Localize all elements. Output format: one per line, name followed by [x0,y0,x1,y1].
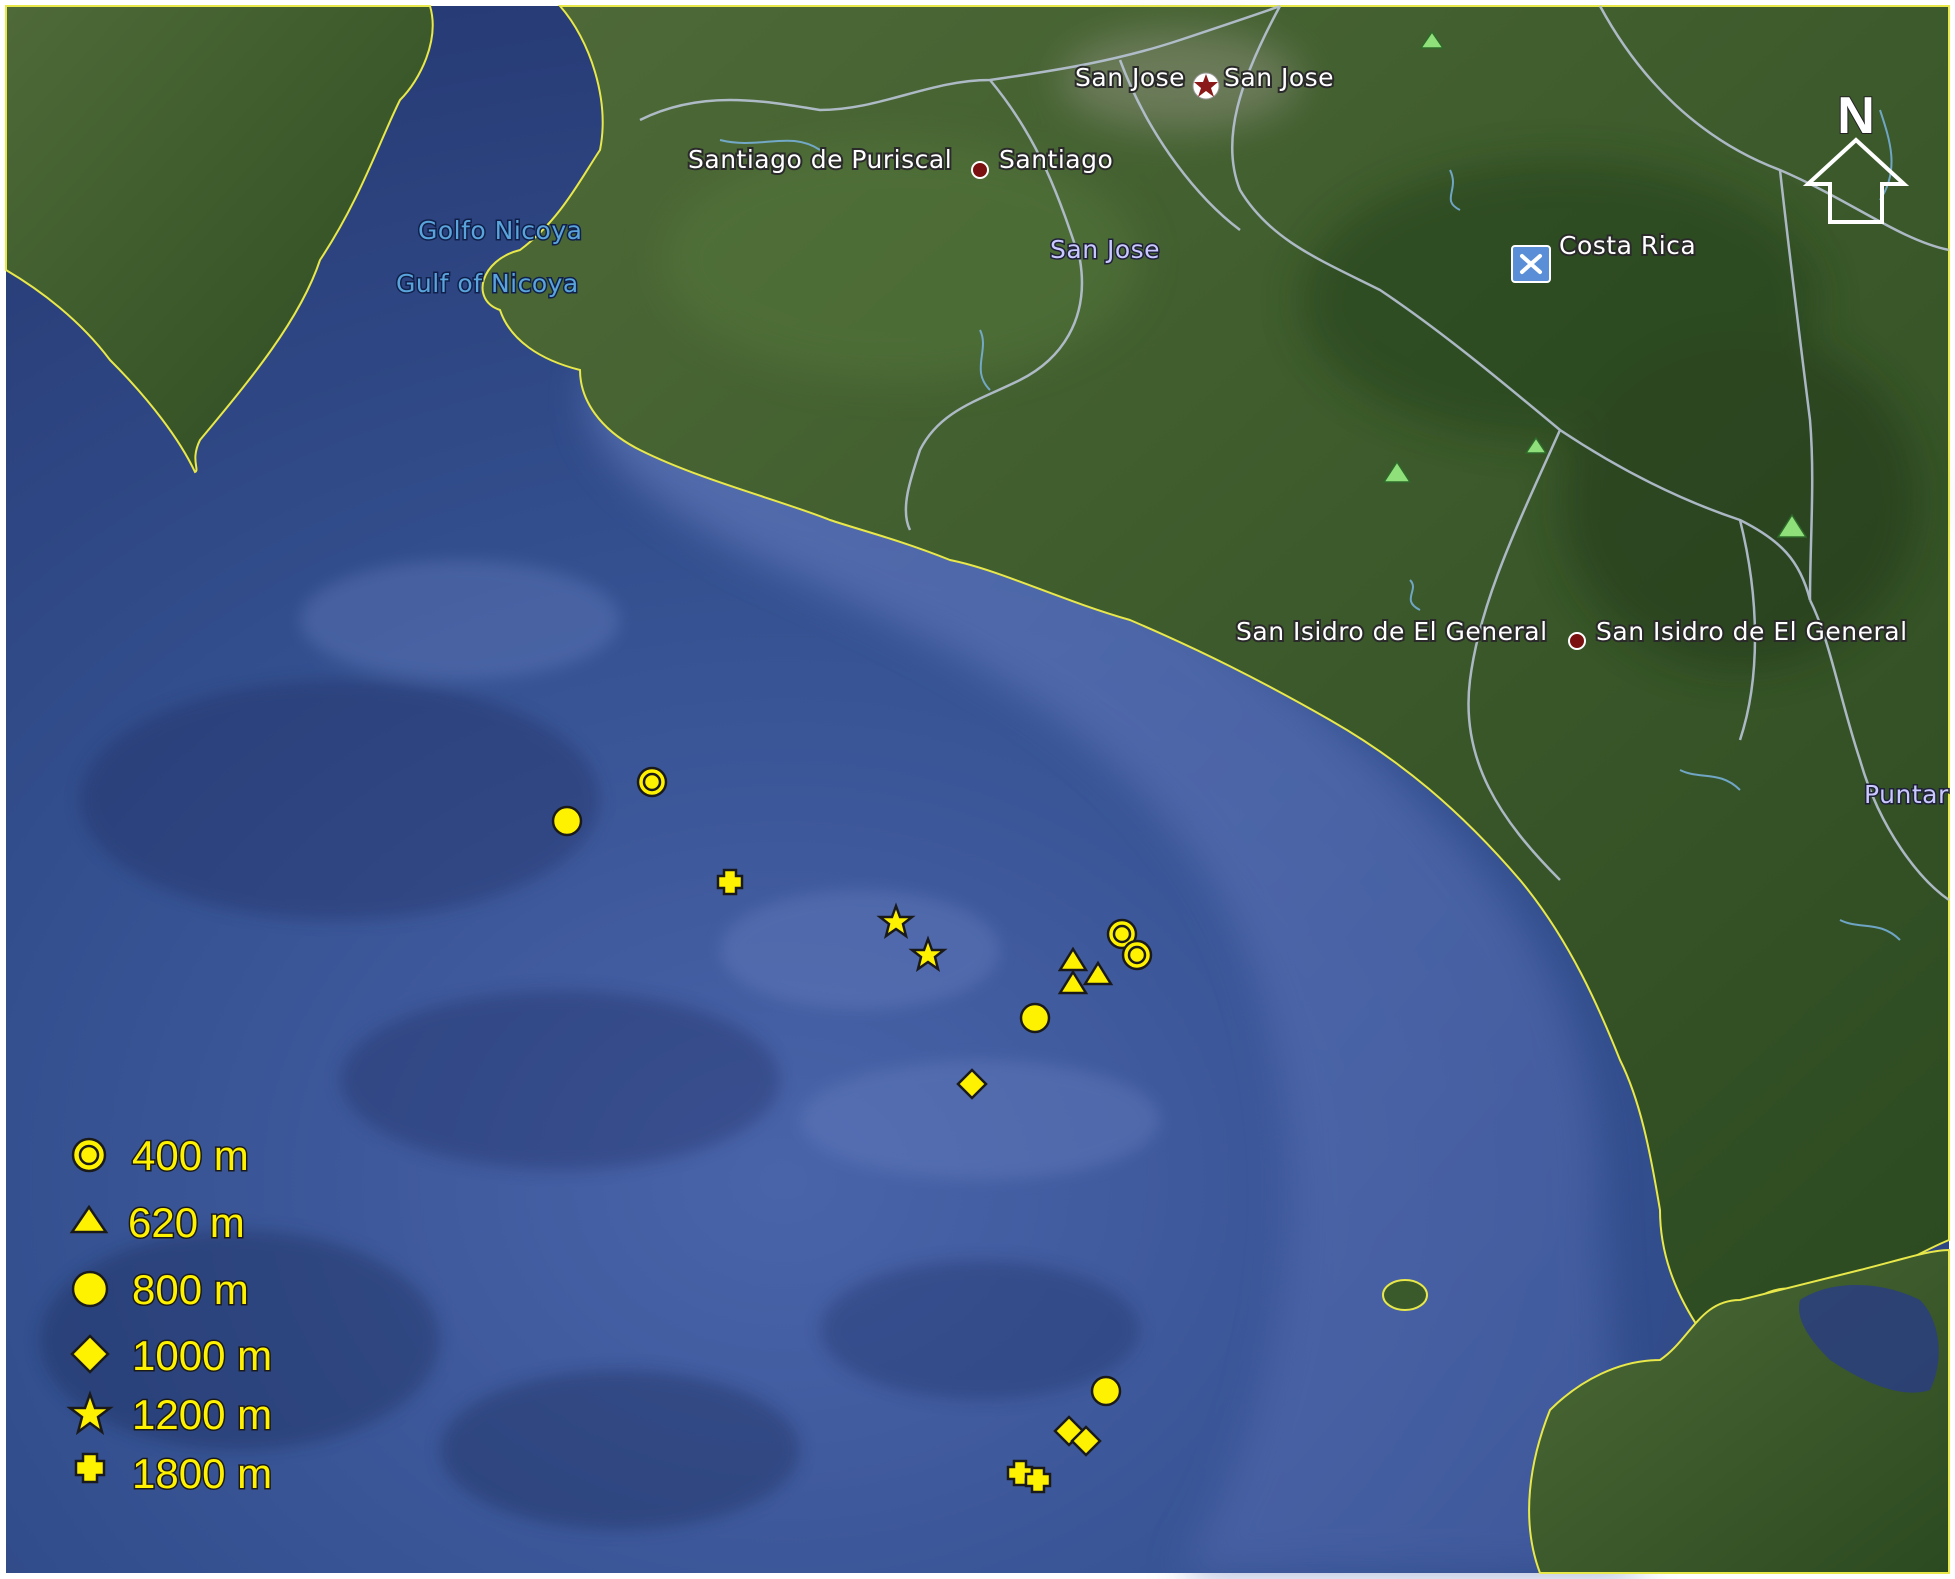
label-puntarenas-partial: Puntar [1864,780,1949,809]
legend-label: 800 m [132,1266,249,1313]
label-santiago: Santiago [999,145,1113,174]
label-san-jose-right: San Jose [1224,63,1334,92]
label-golfo-nicoya: Golfo Nicoya [418,216,582,245]
label-san-isidro-right: San Isidro de El General [1596,617,1908,646]
legend-label: 620 m [128,1199,245,1246]
legend-label: 1000 m [132,1332,272,1379]
legend-label: 1800 m [132,1450,272,1497]
circle-marker[interactable] [551,805,583,837]
city-dot-icon [971,161,989,179]
north-label: N [1837,87,1875,145]
ring-circle-marker[interactable] [636,766,668,798]
circle-marker[interactable] [1090,1375,1122,1407]
ring-circle-marker[interactable] [1121,939,1153,971]
legend-label: 1200 m [132,1391,272,1438]
label-costa-rica: Costa Rica [1559,231,1696,260]
circle-marker[interactable] [1019,1002,1051,1034]
label-san-isidro-left: San Isidro de El General [1236,617,1548,646]
ring-circle-icon [71,1137,107,1173]
label-gulf-of-nicoya: Gulf of Nicoya [396,269,579,298]
legend-label: 400 m [132,1132,249,1179]
map-view[interactable]: San Jose San Jose Santiago de Puriscal S… [0,0,1955,1579]
capital-star-icon [1192,72,1220,100]
country-x-icon [1511,245,1551,283]
circle-icon [71,1270,109,1308]
city-dot-icon [1568,632,1586,650]
label-san-jose-province: San Jose [1050,235,1160,264]
label-san-jose-left: San Jose [1075,63,1185,92]
cano-island [1382,1279,1428,1311]
label-santiago-de-puriscal: Santiago de Puriscal [688,145,952,174]
